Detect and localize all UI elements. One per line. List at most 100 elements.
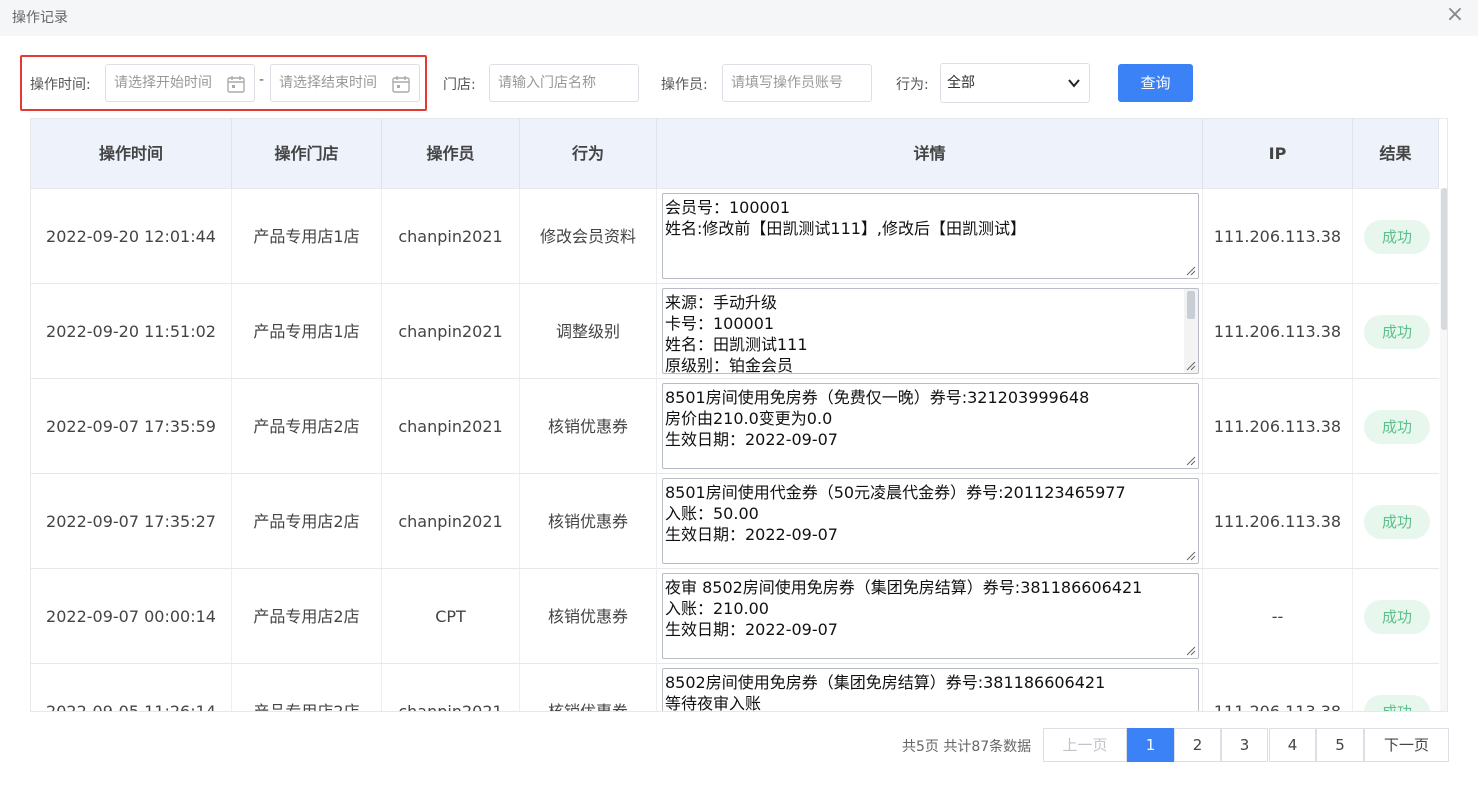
operator-input[interactable]: 请填写操作员账号 (722, 64, 872, 102)
chevron-down-icon (1068, 79, 1080, 88)
operator-filter-label: 操作员: (661, 77, 708, 93)
cell-store: 产品专用店2店 (232, 379, 382, 474)
details-textarea[interactable]: 来源：手动升级 卡号：100001 姓名：田凯测试111 原级别：铂金会员 (662, 288, 1199, 374)
resize-handle-icon[interactable] (1186, 361, 1196, 371)
column-header-ip: IP (1203, 119, 1353, 188)
store-filter-label: 门店: (443, 77, 476, 93)
page-button-1[interactable]: 1 (1127, 728, 1174, 762)
dialog-titlebar: 操作记录 × (0, 0, 1478, 36)
table-row: 2022-09-07 00:00:14 产品专用店2店 CPT 核销优惠券 夜审 850… (31, 568, 1439, 664)
cell-ip: 111.206.113.38 (1203, 189, 1353, 284)
details-line: 姓名：田凯测试111 (665, 335, 808, 354)
table-row: 2022-09-20 11:51:02 产品专用店1店 chanpin2021 调整级… (31, 283, 1439, 379)
resize-handle-icon[interactable] (1186, 646, 1196, 656)
next-page-button[interactable]: 下一页 (1364, 728, 1449, 762)
end-time-input[interactable]: 请选择结束时间 (270, 64, 420, 102)
action-select[interactable]: 全部 (940, 63, 1090, 103)
cell-operator: chanpin2021 (382, 284, 520, 379)
details-textarea[interactable]: 会员号：100001 姓名:修改前【田凯测试111】,修改后【田凯测试】 (662, 193, 1199, 279)
resize-handle-icon[interactable] (1186, 266, 1196, 276)
start-time-placeholder: 请选择开始时间 (114, 75, 212, 91)
calendar-icon[interactable] (226, 74, 246, 94)
cell-time: 2022-09-07 17:35:27 (31, 474, 232, 569)
details-line: 等待夜审入账 (665, 694, 762, 712)
cell-store: 产品专用店1店 (232, 284, 382, 379)
status-badge: 成功 (1364, 220, 1430, 254)
status-badge: 成功 (1364, 600, 1430, 634)
status-badge: 成功 (1364, 695, 1430, 711)
details-textarea[interactable]: 8501房间使用代金券（50元凌晨代金券）券号:201123465977 入账：5… (662, 478, 1199, 564)
cell-time: 2022-09-20 12:01:44 (31, 189, 232, 284)
details-line: 入账：50.00 (665, 504, 759, 523)
column-header-time: 操作时间 (31, 119, 232, 188)
end-time-placeholder: 请选择结束时间 (279, 75, 377, 91)
details-scrollbar-thumb[interactable] (1187, 291, 1195, 319)
table-scrollbar[interactable] (1440, 188, 1447, 711)
query-button[interactable]: 查询 (1118, 64, 1193, 102)
details-textarea[interactable]: 夜审 8502房间使用免房券（集团免房结算）券号:381186606421 入账：… (662, 573, 1199, 659)
cell-store: 产品专用店2店 (232, 664, 382, 711)
column-header-result: 结果 (1353, 119, 1439, 188)
table-row: 2022-09-07 17:35:59 产品专用店2店 chanpin2021 核销优… (31, 378, 1439, 474)
cell-action: 核销优惠券 (520, 569, 657, 664)
cell-ip: 111.206.113.38 (1203, 284, 1353, 379)
details-line: 房价由210.0变更为0.0 (665, 409, 833, 428)
page-button-2[interactable]: 2 (1174, 728, 1221, 762)
cell-action: 核销优惠券 (520, 379, 657, 474)
prev-page-button[interactable]: 上一页 (1043, 728, 1127, 762)
details-line: 夜审 8502房间使用免房券（集团免房结算）券号:381186606421 (665, 578, 1143, 597)
details-line: 姓名:修改前【田凯测试111】,修改后【田凯测试】 (665, 219, 1027, 238)
column-header-action: 行为 (520, 119, 657, 188)
status-badge: 成功 (1364, 410, 1430, 444)
close-icon[interactable]: × (1444, 4, 1466, 26)
details-textarea[interactable]: 8502房间使用免房券（集团免房结算）券号:381186606421 等待夜审入账 (662, 668, 1199, 712)
operator-placeholder: 请填写操作员账号 (731, 75, 843, 91)
cell-operator: chanpin2021 (382, 379, 520, 474)
operation-log-table: 操作时间 操作门店 操作员 行为 详情 IP 结果 2022-09-20 12:… (30, 118, 1448, 712)
details-line: 8501房间使用免房券（免费仅一晚）券号:321203999648 (665, 388, 1090, 407)
details-line: 8501房间使用代金券（50元凌晨代金券）券号:201123465977 (665, 483, 1126, 502)
resize-handle-icon[interactable] (1186, 456, 1196, 466)
cell-action: 修改会员资料 (520, 189, 657, 284)
page-button-4[interactable]: 4 (1269, 728, 1316, 762)
table-row: 2022-09-05 11:26:14 产品专用店2店 chanpin2021 核销优… (31, 663, 1439, 712)
cell-time: 2022-09-05 11:26:14 (31, 664, 232, 711)
cell-operator: chanpin2021 (382, 664, 520, 711)
cell-time: 2022-09-20 11:51:02 (31, 284, 232, 379)
time-filter-label: 操作时间: (30, 77, 91, 93)
cell-time: 2022-09-07 00:00:14 (31, 569, 232, 664)
cell-store: 产品专用店2店 (232, 569, 382, 664)
details-line: 会员号：100001 (665, 198, 791, 217)
cell-action: 核销优惠券 (520, 664, 657, 711)
cell-ip: 111.206.113.38 (1203, 664, 1353, 711)
table-row: 2022-09-20 12:01:44 产品专用店1店 chanpin2021 修改会… (31, 188, 1439, 284)
status-badge: 成功 (1364, 505, 1430, 539)
page-button-5[interactable]: 5 (1316, 728, 1364, 762)
cell-operator: chanpin2021 (382, 189, 520, 284)
table-scrollbar-thumb[interactable] (1441, 188, 1447, 330)
details-line: 原级别：铂金会员 (665, 356, 794, 374)
cell-operator: chanpin2021 (382, 474, 520, 569)
cell-ip: -- (1203, 569, 1353, 664)
action-select-value: 全部 (947, 75, 975, 91)
cell-store: 产品专用店2店 (232, 474, 382, 569)
status-badge: 成功 (1364, 315, 1430, 349)
details-textarea[interactable]: 8501房间使用免房券（免费仅一晚）券号:321203999648 房价由210.… (662, 383, 1199, 469)
column-header-details: 详情 (657, 119, 1203, 188)
cell-time: 2022-09-07 17:35:59 (31, 379, 232, 474)
column-header-operator: 操作员 (382, 119, 520, 188)
column-header-store: 操作门店 (232, 119, 382, 188)
action-filter-label: 行为: (896, 77, 929, 93)
cell-operator: CPT (382, 569, 520, 664)
cell-store: 产品专用店1店 (232, 189, 382, 284)
page-button-3[interactable]: 3 (1221, 728, 1268, 762)
store-placeholder: 请输入门店名称 (498, 75, 596, 91)
store-input[interactable]: 请输入门店名称 (489, 64, 639, 102)
start-time-input[interactable]: 请选择开始时间 (105, 64, 255, 102)
details-line: 8502房间使用免房券（集团免房结算）券号:381186606421 (665, 673, 1106, 692)
cell-ip: 111.206.113.38 (1203, 474, 1353, 569)
calendar-icon[interactable] (391, 74, 411, 94)
table-row: 2022-09-07 17:35:27 产品专用店2店 chanpin2021 核销优… (31, 473, 1439, 569)
details-line: 来源：手动升级 (665, 293, 778, 312)
resize-handle-icon[interactable] (1186, 551, 1196, 561)
